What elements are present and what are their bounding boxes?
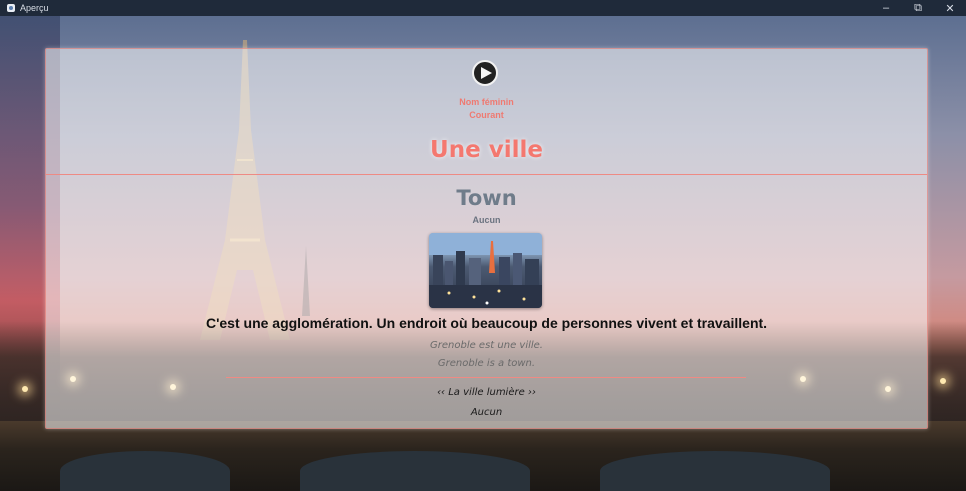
maximize-button[interactable]: ⧉	[902, 0, 934, 16]
translation-note: Aucun	[472, 215, 501, 225]
window-titlebar: Aperçu – ⧉ ✕	[0, 0, 966, 16]
word-card: Nom féminin Courant Une ville Town Aucun…	[45, 48, 928, 429]
window-title: Aperçu	[20, 3, 49, 13]
definition-text: C'est une agglomération. Un endroit où b…	[205, 315, 768, 331]
play-icon	[481, 67, 492, 79]
street-light	[940, 378, 946, 384]
minimize-button[interactable]: –	[870, 0, 902, 16]
example-english: Grenoble is a town.	[437, 358, 536, 369]
expression-text: ‹‹ La ville lumière ››	[437, 387, 536, 398]
city-photo	[429, 233, 542, 308]
bridge-arch	[300, 451, 530, 491]
expression-note: Aucun	[470, 407, 503, 418]
translation-text: Town	[456, 186, 517, 210]
word-title: Une ville	[430, 137, 543, 163]
play-audio-button[interactable]	[472, 60, 498, 86]
street-light	[22, 386, 28, 392]
close-button[interactable]: ✕	[934, 0, 966, 16]
card-header: Nom féminin Courant Une ville	[46, 49, 927, 175]
example-french: Grenoble est une ville.	[430, 340, 543, 351]
bridge-arch	[60, 451, 230, 491]
section-divider	[226, 377, 746, 378]
city-photo-illustration	[429, 233, 542, 308]
register-label: Courant	[469, 110, 504, 120]
app-icon	[7, 4, 15, 12]
bridge-arch	[600, 451, 830, 491]
gender-label: Nom féminin	[459, 97, 514, 107]
